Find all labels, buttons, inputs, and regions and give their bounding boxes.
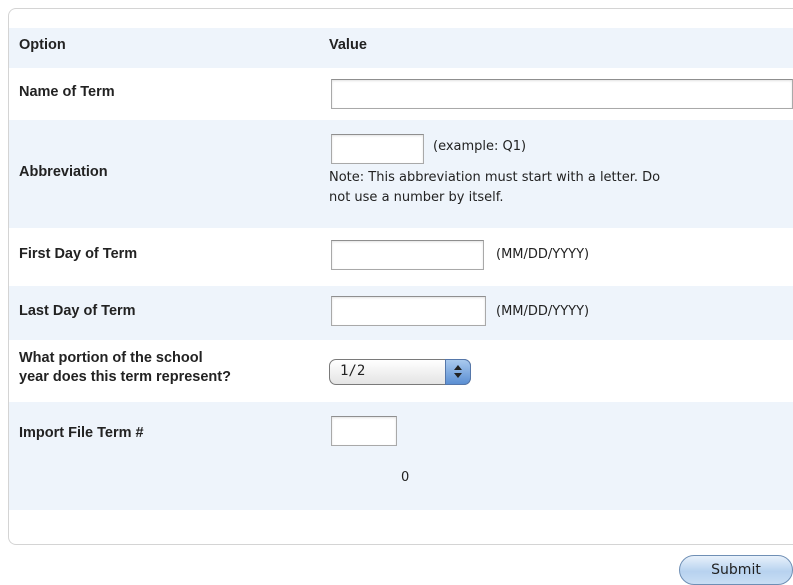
value-column-header: Value bbox=[329, 37, 367, 53]
last-day-label: Last Day of Term bbox=[19, 303, 136, 319]
portion-label: What portion of the school year does thi… bbox=[19, 349, 231, 387]
first-day-format-hint: (MM/DD/YYYY) bbox=[496, 247, 590, 262]
abbreviation-note-line2: not use a number by itself. bbox=[329, 190, 504, 205]
option-column-header: Option bbox=[19, 37, 66, 53]
first-day-label: First Day of Term bbox=[19, 246, 138, 262]
abbreviation-note-line1: Note: This abbreviation must start with … bbox=[329, 170, 661, 185]
portion-row: What portion of the school year does thi… bbox=[9, 340, 793, 402]
last-day-format-hint: (MM/DD/YYYY) bbox=[496, 304, 590, 319]
abbreviation-row: Abbreviation (example: Q1) Note: This ab… bbox=[9, 120, 793, 228]
chevron-up-icon bbox=[454, 365, 462, 370]
portion-label-line2: year does this term represent? bbox=[19, 369, 231, 385]
last-day-row: Last Day of Term (MM/DD/YYYY) bbox=[9, 286, 793, 340]
submit-button[interactable]: Submit bbox=[679, 555, 793, 585]
portion-select-value: 1/2 bbox=[340, 363, 366, 379]
first-day-row: First Day of Term (MM/DD/YYYY) bbox=[9, 228, 793, 286]
import-file-term-row: Import File Term # 0 bbox=[9, 402, 793, 510]
abbreviation-label: Abbreviation bbox=[19, 164, 108, 180]
last-day-input[interactable] bbox=[331, 296, 486, 326]
select-stepper-icon bbox=[445, 359, 471, 385]
header-row: Option Value bbox=[9, 28, 793, 68]
import-file-term-count: 0 bbox=[401, 470, 410, 485]
name-of-term-label: Name of Term bbox=[19, 84, 115, 100]
name-of-term-row: Name of Term bbox=[9, 68, 793, 120]
first-day-input[interactable] bbox=[331, 240, 484, 270]
chevron-down-icon bbox=[454, 373, 462, 378]
abbreviation-note: Note: This abbreviation must start with … bbox=[329, 168, 660, 208]
abbreviation-input[interactable] bbox=[331, 134, 424, 164]
name-of-term-input[interactable] bbox=[331, 79, 793, 109]
abbreviation-example: (example: Q1) bbox=[433, 139, 527, 154]
import-file-term-input[interactable] bbox=[331, 416, 397, 446]
import-file-term-label: Import File Term # bbox=[19, 425, 144, 441]
portion-label-line1: What portion of the school bbox=[19, 350, 203, 366]
portion-select[interactable]: 1/2 bbox=[329, 359, 471, 385]
